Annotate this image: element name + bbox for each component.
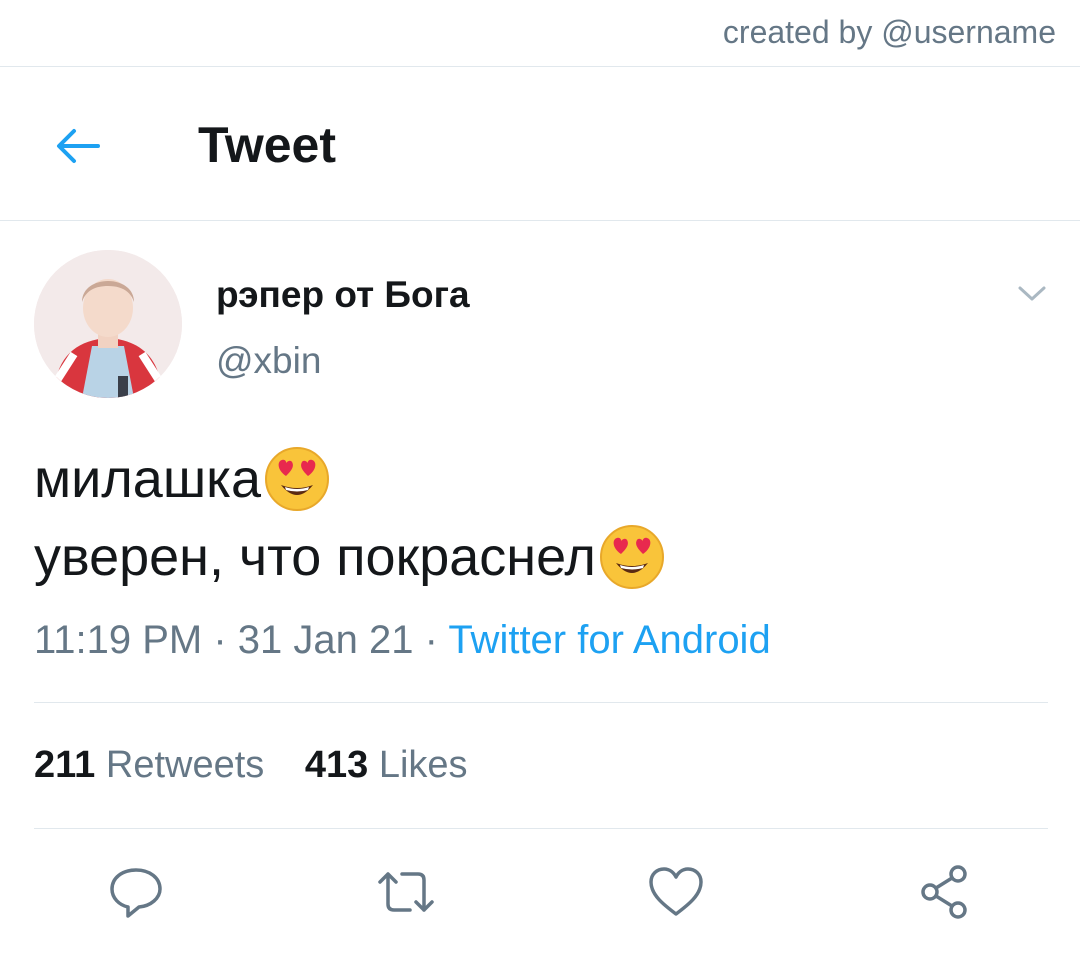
author-handle[interactable]: @xbin — [216, 340, 321, 382]
separator: · — [202, 618, 238, 662]
heart-icon — [649, 867, 703, 916]
avatar[interactable] — [34, 250, 182, 398]
tweet-line: уверен, что покраснел — [34, 518, 666, 596]
tweet-line-text: милашка — [34, 449, 261, 509]
more-options-button[interactable] — [1012, 278, 1052, 308]
chevron-down-icon — [1018, 286, 1046, 301]
reply-icon — [110, 868, 162, 918]
tweet-text: милашка уверен, что покраснел — [34, 440, 666, 596]
like-button[interactable] — [646, 862, 706, 922]
divider — [0, 66, 1080, 67]
tweet-line-text: уверен, что покраснел — [34, 527, 596, 587]
retweets-stat[interactable]: 211 Retweets — [34, 744, 264, 786]
likes-label: Likes — [378, 744, 468, 786]
divider — [0, 220, 1080, 221]
heart-eyes-emoji-icon — [265, 447, 329, 511]
retweet-button[interactable] — [376, 862, 436, 922]
likes-stat[interactable]: 413 Likes — [305, 744, 468, 786]
likes-count: 413 — [304, 744, 369, 786]
divider — [34, 702, 1048, 703]
retweets-label: Retweets — [105, 744, 265, 786]
retweets-count: 211 — [34, 744, 96, 786]
reply-button[interactable] — [106, 862, 166, 922]
share-button[interactable] — [914, 862, 974, 922]
divider — [34, 828, 1048, 829]
tweet-source-link[interactable]: Twitter for Android — [448, 618, 770, 662]
tweet-date: 31 Jan 21 — [237, 618, 414, 662]
page-title: Tweet — [198, 117, 336, 173]
tweet-time: 11:19 PM — [34, 618, 203, 662]
avatar-image — [34, 250, 182, 398]
tweet-line: милашка — [34, 440, 666, 518]
retweet-icon — [378, 872, 434, 912]
back-button[interactable] — [48, 116, 108, 176]
heart-eyes-emoji-icon — [599, 525, 664, 589]
separator: · — [413, 618, 449, 662]
arrow-left-icon — [57, 129, 100, 163]
author-name[interactable]: рэпер от Бога — [216, 274, 470, 316]
watermark-credit: created by @username — [722, 14, 1056, 50]
engagement-stats: 211 Retweets 413 Likes — [34, 744, 498, 787]
share-icon — [921, 865, 967, 919]
top-app-bar: Tweet — [0, 68, 1080, 220]
tweet-meta: 11:19 PM · 31 Jan 21 · Twitter for Andro… — [34, 618, 771, 663]
